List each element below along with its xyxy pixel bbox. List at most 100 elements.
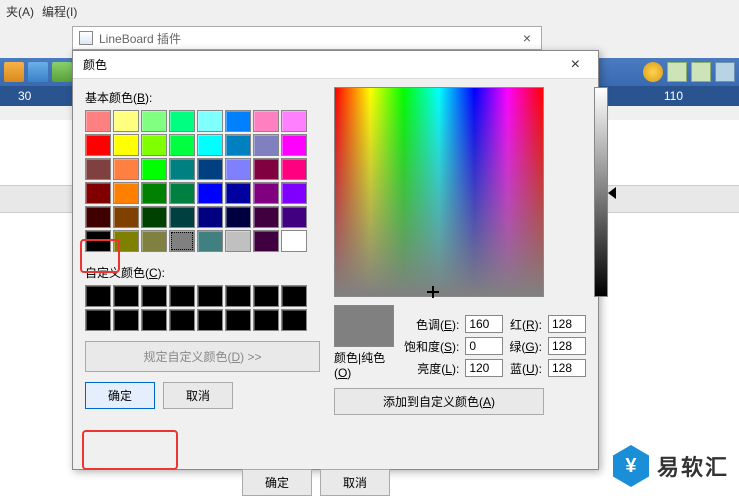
custom-color-swatch[interactable] bbox=[253, 309, 279, 331]
color-swatch[interactable] bbox=[225, 134, 251, 156]
close-icon[interactable]: × bbox=[563, 54, 588, 76]
define-custom-button: 规定自定义颜色(D) >> bbox=[85, 341, 320, 372]
outer-ok-button[interactable]: 确定 bbox=[242, 469, 312, 496]
close-icon[interactable]: × bbox=[519, 30, 535, 46]
custom-color-swatch[interactable] bbox=[281, 309, 307, 331]
color-swatch[interactable] bbox=[225, 158, 251, 180]
color-swatch[interactable] bbox=[253, 206, 279, 228]
color-swatch[interactable] bbox=[113, 110, 139, 132]
color-swatch[interactable] bbox=[197, 206, 223, 228]
plugin-window-titlebar[interactable]: LineBoard 插件 × bbox=[72, 26, 542, 50]
color-swatch[interactable] bbox=[253, 158, 279, 180]
color-swatch[interactable] bbox=[225, 110, 251, 132]
color-swatch[interactable] bbox=[85, 158, 111, 180]
color-swatch[interactable] bbox=[85, 134, 111, 156]
color-swatch[interactable] bbox=[141, 110, 167, 132]
color-dialog-titlebar[interactable]: 颜色 × bbox=[73, 51, 598, 79]
color-swatch[interactable] bbox=[197, 158, 223, 180]
color-swatch[interactable] bbox=[225, 182, 251, 204]
cut-icon[interactable] bbox=[4, 62, 24, 82]
custom-color-swatch[interactable] bbox=[141, 285, 167, 307]
color-swatch[interactable] bbox=[253, 110, 279, 132]
color-swatch[interactable] bbox=[281, 158, 307, 180]
plugin-title: LineBoard 插件 bbox=[99, 30, 181, 47]
custom-color-swatch[interactable] bbox=[113, 285, 139, 307]
red-input[interactable] bbox=[548, 315, 586, 333]
cancel-button[interactable]: 取消 bbox=[163, 382, 233, 409]
color-swatch[interactable] bbox=[253, 134, 279, 156]
color-swatch[interactable] bbox=[169, 206, 195, 228]
custom-color-swatch[interactable] bbox=[225, 285, 251, 307]
color-swatch[interactable] bbox=[169, 182, 195, 204]
brand-badge-icon: ¥ bbox=[613, 445, 649, 487]
basic-colors-grid bbox=[85, 110, 320, 252]
color-swatch[interactable] bbox=[85, 182, 111, 204]
copy-icon[interactable] bbox=[28, 62, 48, 82]
color-swatch[interactable] bbox=[169, 110, 195, 132]
custom-color-swatch[interactable] bbox=[281, 285, 307, 307]
color-swatch[interactable] bbox=[197, 134, 223, 156]
custom-color-swatch[interactable] bbox=[225, 309, 251, 331]
custom-color-swatch[interactable] bbox=[197, 285, 223, 307]
doc2-icon[interactable] bbox=[691, 62, 711, 82]
custom-color-swatch[interactable] bbox=[85, 309, 111, 331]
custom-color-swatch[interactable] bbox=[169, 285, 195, 307]
color-swatch[interactable] bbox=[169, 230, 195, 252]
color-swatch[interactable] bbox=[85, 230, 111, 252]
color-spectrum[interactable] bbox=[334, 87, 544, 297]
color-swatch[interactable] bbox=[197, 182, 223, 204]
color-swatch[interactable] bbox=[281, 110, 307, 132]
color-swatch[interactable] bbox=[141, 158, 167, 180]
custom-color-swatch[interactable] bbox=[253, 285, 279, 307]
color-swatch[interactable] bbox=[169, 134, 195, 156]
color-swatch[interactable] bbox=[281, 206, 307, 228]
custom-color-swatch[interactable] bbox=[169, 309, 195, 331]
color-swatch[interactable] bbox=[253, 182, 279, 204]
hue-label: 色调(E): bbox=[404, 316, 459, 333]
color-swatch[interactable] bbox=[141, 206, 167, 228]
color-swatch[interactable] bbox=[113, 206, 139, 228]
color-swatch[interactable] bbox=[85, 206, 111, 228]
color-swatch[interactable] bbox=[141, 134, 167, 156]
color-swatch[interactable] bbox=[113, 134, 139, 156]
add-to-custom-button[interactable]: 添加到自定义颜色(A) bbox=[334, 388, 544, 415]
color-swatch[interactable] bbox=[225, 230, 251, 252]
custom-color-swatch[interactable] bbox=[141, 309, 167, 331]
lum-label: 亮度(L): bbox=[404, 360, 459, 377]
blue-input[interactable] bbox=[548, 359, 586, 377]
custom-color-swatch[interactable] bbox=[113, 309, 139, 331]
color-swatch[interactable] bbox=[85, 110, 111, 132]
color-swatch[interactable] bbox=[141, 182, 167, 204]
luminance-arrow-icon[interactable] bbox=[608, 187, 616, 199]
color-swatch[interactable] bbox=[225, 206, 251, 228]
color-swatch[interactable] bbox=[197, 110, 223, 132]
plugin-icon bbox=[79, 31, 93, 45]
color-swatch[interactable] bbox=[281, 230, 307, 252]
sat-input[interactable] bbox=[465, 337, 503, 355]
menu-item[interactable]: 夹(A) bbox=[2, 3, 38, 20]
gear-icon[interactable] bbox=[643, 62, 663, 82]
color-swatch[interactable] bbox=[169, 158, 195, 180]
color-swatch[interactable] bbox=[281, 182, 307, 204]
custom-color-swatch[interactable] bbox=[197, 309, 223, 331]
red-label: 红(R): bbox=[509, 316, 542, 333]
doc-icon[interactable] bbox=[667, 62, 687, 82]
color-swatch[interactable] bbox=[141, 230, 167, 252]
ok-button[interactable]: 确定 bbox=[85, 382, 155, 409]
green-input[interactable] bbox=[548, 337, 586, 355]
color-swatch[interactable] bbox=[281, 134, 307, 156]
menu-item[interactable]: 编程(I) bbox=[38, 3, 81, 20]
color-swatch[interactable] bbox=[197, 230, 223, 252]
custom-color-swatch[interactable] bbox=[85, 285, 111, 307]
edit-icon[interactable] bbox=[715, 62, 735, 82]
luminance-slider[interactable] bbox=[594, 87, 608, 297]
outer-cancel-button[interactable]: 取消 bbox=[320, 469, 390, 496]
hue-input[interactable] bbox=[465, 315, 503, 333]
lum-input[interactable] bbox=[465, 359, 503, 377]
color-swatch[interactable] bbox=[253, 230, 279, 252]
paste-icon[interactable] bbox=[52, 62, 72, 82]
color-swatch[interactable] bbox=[113, 182, 139, 204]
color-swatch[interactable] bbox=[113, 158, 139, 180]
brand-logo: ¥ 易软汇 bbox=[613, 445, 729, 487]
color-swatch[interactable] bbox=[113, 230, 139, 252]
